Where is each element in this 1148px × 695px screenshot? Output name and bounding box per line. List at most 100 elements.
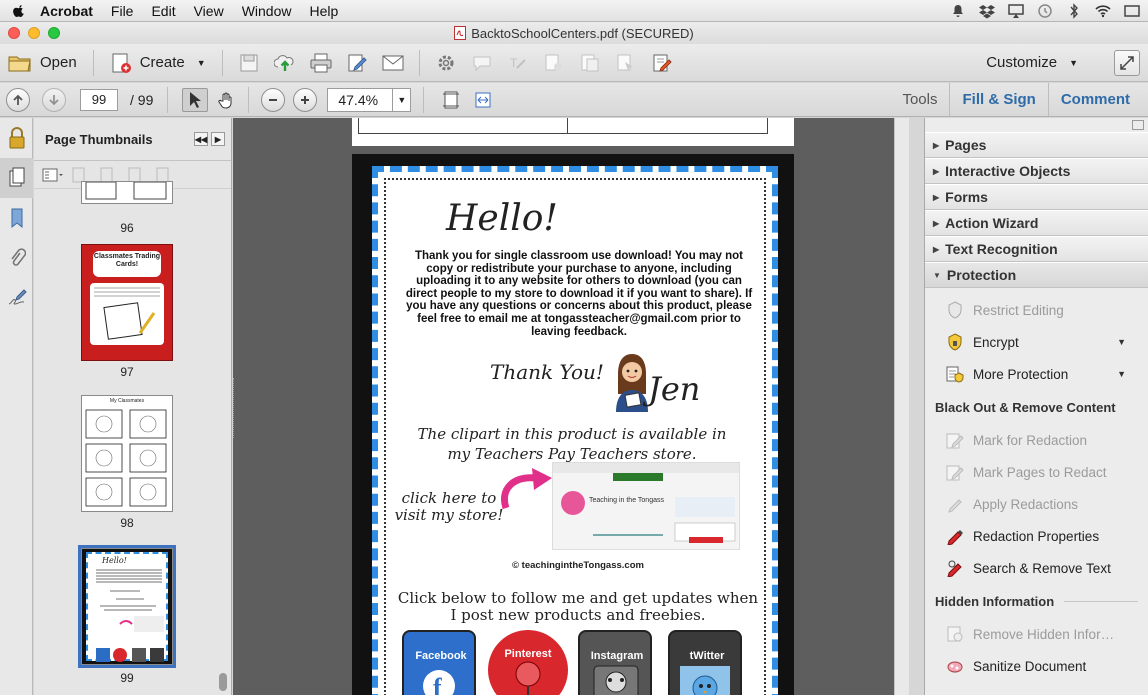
time-machine-icon[interactable]: [1037, 3, 1053, 19]
panel-options-icon[interactable]: [1132, 120, 1144, 130]
close-window-button[interactable]: [8, 27, 20, 39]
restrict-editing-item[interactable]: Restrict Editing: [925, 294, 1148, 326]
mark-for-redaction-item[interactable]: Mark for Redaction: [925, 424, 1148, 456]
thumbnails-panel: Page Thumbnails ◀◀ ▶ 96 Classmates Tradi…: [34, 118, 232, 695]
open-button[interactable]: Open: [0, 48, 85, 78]
cursor-arrow-icon: [190, 91, 202, 108]
customize-menu[interactable]: Customize ▼: [986, 54, 1078, 71]
tab-fill-sign[interactable]: Fill & Sign: [950, 83, 1047, 116]
minimize-window-button[interactable]: [28, 27, 40, 39]
next-page-button[interactable]: [42, 87, 66, 112]
fit-page-button[interactable]: [438, 88, 464, 112]
email-icon[interactable]: [382, 52, 404, 74]
thumbnails-scrollbar[interactable]: [219, 673, 227, 691]
toolbar-divider: [221, 49, 223, 76]
expand-panel-icon[interactable]: ▶: [211, 132, 225, 146]
tab-tools[interactable]: Tools: [890, 83, 949, 116]
zoom-window-button[interactable]: [48, 27, 60, 39]
menu-file[interactable]: File: [102, 3, 143, 19]
attachments-button[interactable]: [0, 238, 33, 278]
thumbnail-label: 99: [120, 671, 134, 685]
zoom-in-button[interactable]: [293, 87, 318, 112]
sign-form-icon[interactable]: [651, 52, 673, 74]
document-view[interactable]: Hello! Thank you for single classroom us…: [233, 118, 909, 695]
thumbnail-page-97[interactable]: Classmates Trading Cards!: [81, 244, 173, 361]
mark-pages-to-redact-item[interactable]: Mark Pages to Redact: [925, 456, 1148, 488]
previous-page-button[interactable]: [6, 87, 30, 112]
open-label: Open: [40, 54, 77, 71]
store-screenshot-link[interactable]: Teaching in the Tongass: [552, 462, 740, 550]
thumbnails-header: Page Thumbnails ◀◀ ▶: [34, 118, 231, 161]
panel-splitter[interactable]: [233, 378, 237, 438]
pdf-file-icon: [454, 26, 467, 40]
thumbnail-page-98[interactable]: My Classmates: [81, 395, 173, 512]
lock-button[interactable]: [0, 118, 33, 158]
page-number-input[interactable]: 99: [80, 88, 118, 111]
chevron-down-icon: ▼: [933, 270, 941, 280]
apple-icon[interactable]: [12, 4, 26, 18]
pinterest-button[interactable]: Pinterest: [488, 630, 568, 695]
more-protection-item[interactable]: More Protection ▼: [925, 358, 1148, 390]
twitter-button[interactable]: tWitter: [668, 630, 742, 695]
thumbnail-page-96[interactable]: [81, 181, 173, 204]
hand-tool-button[interactable]: [214, 88, 240, 112]
zoom-out-button[interactable]: [261, 87, 286, 112]
section-interactive-objects[interactable]: ▶ Interactive Objects: [925, 158, 1148, 184]
section-action-wizard[interactable]: ▶ Action Wizard: [925, 210, 1148, 236]
thumbnail-99-content: Hello!: [86, 552, 168, 662]
section-forms[interactable]: ▶ Forms: [925, 184, 1148, 210]
save-icon[interactable]: [238, 52, 260, 74]
apply-redactions-item[interactable]: Apply Redactions: [925, 488, 1148, 520]
zoom-level-select[interactable]: 47.4% ▼: [327, 87, 412, 112]
fit-width-button[interactable]: [470, 88, 496, 112]
gear-icon[interactable]: [435, 52, 457, 74]
section-pages[interactable]: ▶ Pages: [925, 132, 1148, 158]
redaction-properties-item[interactable]: Redaction Properties: [925, 520, 1148, 552]
thumbnail-page-99[interactable]: Hello!: [81, 548, 173, 665]
previous-page-bottom: [352, 118, 794, 146]
section-text-recognition[interactable]: ▶ Text Recognition: [925, 236, 1148, 262]
display-icon[interactable]: [1124, 3, 1140, 19]
menu-help[interactable]: Help: [300, 3, 347, 19]
thank-you-text: Thank You!: [490, 360, 604, 384]
menu-acrobat[interactable]: Acrobat: [36, 3, 102, 19]
dropbox-icon[interactable]: [979, 3, 995, 19]
menu-edit[interactable]: Edit: [142, 3, 184, 19]
document-scrollbar[interactable]: [894, 118, 909, 695]
menu-view[interactable]: View: [185, 3, 233, 19]
search-remove-text-item[interactable]: Search & Remove Text: [925, 552, 1148, 584]
signatures-button[interactable]: [0, 278, 33, 318]
full-screen-button[interactable]: [1114, 50, 1140, 76]
select-tool-button[interactable]: [182, 87, 209, 112]
page-thumbnails-button[interactable]: [0, 158, 33, 198]
window-title: BacktoSchoolCenters.pdf (SECURED): [454, 26, 694, 41]
airplay-icon[interactable]: [1008, 3, 1024, 19]
fit-width-icon: [475, 92, 491, 107]
encrypt-item[interactable]: Encrypt ▼: [925, 326, 1148, 358]
collapse-panel-icon[interactable]: ◀◀: [194, 132, 208, 146]
chevron-down-icon: ▼: [1069, 57, 1078, 68]
tab-comment[interactable]: Comment: [1049, 83, 1142, 116]
edit-document-icon[interactable]: [346, 52, 368, 74]
signature-pen-icon: [8, 289, 27, 305]
instagram-button[interactable]: Instagram: [578, 630, 652, 695]
section-protection[interactable]: ▼ Protection: [925, 262, 1148, 288]
remove-hidden-info-label: Remove Hidden Infor…: [973, 626, 1115, 642]
options-menu-icon[interactable]: [42, 167, 63, 183]
sanitize-document-item[interactable]: Sanitize Document: [925, 650, 1148, 682]
bookmarks-button[interactable]: [0, 198, 33, 238]
bell-icon[interactable]: [950, 3, 966, 19]
create-button[interactable]: Create ▼: [102, 48, 214, 78]
clipart-note: The clipart in this product is available…: [417, 425, 727, 463]
thumbnail-97-card: [90, 283, 164, 345]
facebook-button[interactable]: Facebook f: [402, 630, 476, 695]
menu-window[interactable]: Window: [233, 3, 301, 19]
remove-hidden-info-item[interactable]: Remove Hidden Infor…: [925, 618, 1148, 650]
print-icon[interactable]: [310, 52, 332, 74]
toolbar-divider: [248, 86, 250, 113]
upload-icon[interactable]: [273, 52, 296, 74]
hello-heading: Hello!: [446, 198, 558, 239]
black-out-header-label: Black Out & Remove Content: [935, 399, 1116, 415]
wifi-icon[interactable]: [1095, 3, 1111, 19]
bluetooth-icon[interactable]: [1066, 3, 1082, 19]
